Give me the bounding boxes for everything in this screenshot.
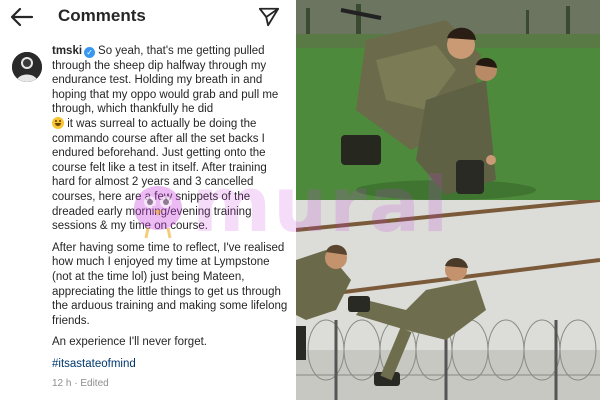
photo-collage: [296, 0, 600, 400]
avatar-image: [12, 52, 42, 82]
comment-text-1b: it was surreal to actually be doing the …: [52, 117, 267, 233]
comment-body: tmski ✓ So yeah, that's me getting pulled …: [52, 44, 292, 392]
paper-plane-icon[interactable]: [258, 6, 280, 28]
arrow-left-icon[interactable]: [10, 7, 34, 27]
comment-text-3: An experience I'll never forget.: [52, 336, 207, 349]
comment-paragraph: tmski ✓ So yeah, that's me getting pulled …: [52, 44, 292, 234]
page-title: Comments: [58, 6, 146, 25]
grinning-face-emoji-icon: [52, 116, 64, 129]
soldiers-rope-obstacle-photo: [296, 200, 600, 400]
comment-meta: 12 h · Edited: [52, 378, 109, 390]
header-bar: Comments: [0, 0, 296, 34]
soldier-fireman-carry-photo: [296, 0, 600, 200]
comment-text-2: After having some time to reflect, I've …: [52, 241, 288, 327]
avatar[interactable]: [12, 52, 42, 82]
username-link[interactable]: tmski: [52, 45, 82, 57]
verified-badge-icon: ✓: [84, 47, 96, 58]
comments-panel: Comments tmski ✓ So yeah, that's me gettin…: [0, 0, 296, 400]
hashtag-link[interactable]: #itsastateofmind: [52, 358, 136, 370]
